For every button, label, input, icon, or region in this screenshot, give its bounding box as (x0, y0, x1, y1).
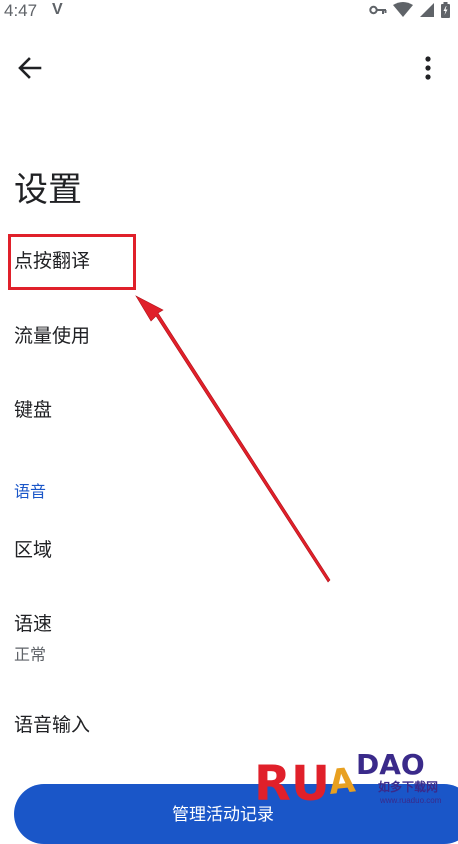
more-options-button[interactable] (412, 52, 444, 84)
settings-item-voice-input[interactable]: 语音输入 (14, 710, 90, 737)
more-vert-icon (425, 56, 431, 80)
signal-icon (420, 3, 434, 17)
page-title: 设置 (14, 170, 82, 210)
watermark-url: www.ruaduo.com (380, 796, 442, 805)
settings-item-speech-rate[interactable]: 语速 (14, 609, 52, 636)
svg-text:RU: RU (254, 756, 330, 812)
watermark-subtitle: 如多下载网 (378, 780, 439, 794)
section-header-voice: 语音 (14, 482, 47, 501)
svg-text:DAO: DAO (356, 748, 425, 781)
highlight-box (8, 234, 136, 290)
settings-item-keyboard[interactable]: 键盘 (14, 395, 52, 422)
vpn-key-icon (369, 5, 387, 15)
battery-icon (441, 2, 450, 18)
annotation-arrow (135, 295, 331, 583)
settings-item-speech-rate-value: 正常 (14, 645, 47, 664)
arrow-left-icon (18, 57, 42, 79)
back-button[interactable] (14, 52, 46, 84)
settings-item-region[interactable]: 区域 (14, 535, 52, 562)
settings-item-data-usage[interactable]: 流量使用 (14, 321, 90, 348)
status-icons (369, 2, 450, 18)
status-bar: 4:47 V (0, 0, 458, 24)
status-time: 4:47 (4, 1, 38, 20)
svg-text:A: A (327, 760, 358, 803)
watermark: RU A DAO 如多下载网 www.ruaduo.com (252, 738, 452, 814)
status-indicator: V (52, 1, 63, 18)
wifi-icon (393, 2, 413, 17)
